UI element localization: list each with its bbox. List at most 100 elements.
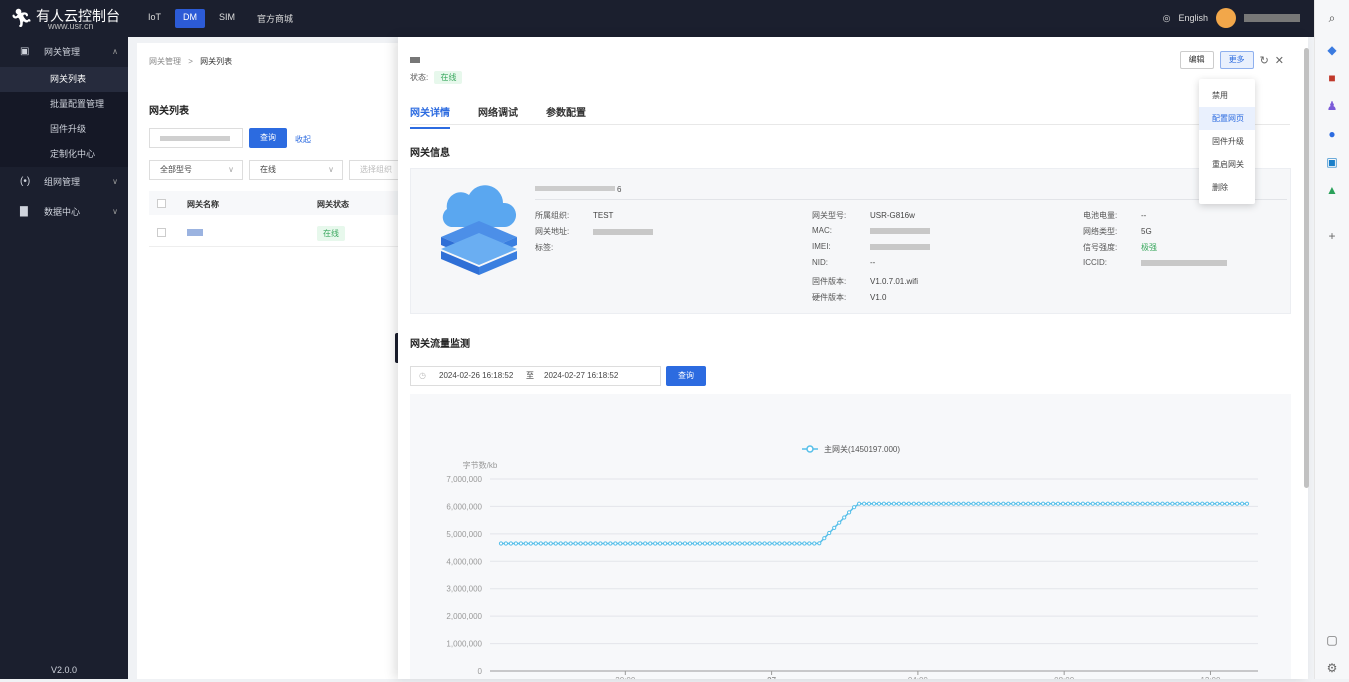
date-range-picker[interactable]: ◷ 2024-02-26 16:18:52 至 2024-02-27 16:18… (410, 366, 661, 386)
data-point (762, 541, 767, 546)
sidebar-item-firmware[interactable]: 固件升级 (0, 117, 128, 142)
edit-button[interactable]: 编辑 (1179, 51, 1214, 69)
data-point (513, 541, 519, 546)
data-point (842, 515, 847, 520)
data-point (1205, 501, 1210, 506)
top-right: ◎ English (1163, 8, 1300, 28)
menu-item-firmware-upgrade[interactable]: 固件升级 (1199, 130, 1255, 153)
data-point (1006, 501, 1011, 506)
topnav-store[interactable]: 官方商城 (249, 9, 301, 28)
data-point (668, 541, 673, 546)
gateway-name-redacted[interactable] (187, 229, 203, 236)
search-icon[interactable]: ⌕ (1324, 10, 1340, 26)
breadcrumb-current: 网关列表 (200, 57, 233, 66)
data-point (906, 501, 911, 506)
table-row[interactable]: 在线 (149, 219, 399, 247)
data-point (638, 541, 643, 546)
sidebar-item-custom-center[interactable]: 定制化中心 (0, 142, 128, 167)
org-select[interactable]: 选择组织 (349, 160, 399, 180)
outlook-icon[interactable]: ▣ (1324, 154, 1340, 170)
field-value: 极强 (1141, 243, 1157, 252)
mac-redacted (870, 227, 930, 234)
data-point (966, 501, 971, 506)
data-point (1130, 501, 1135, 506)
search-input[interactable] (149, 128, 243, 148)
sidebar-group-gateway[interactable]: ▣ 网关管理 ∧ (0, 37, 128, 67)
select-all-checkbox[interactable] (157, 199, 166, 208)
tag-icon[interactable]: ◆ (1324, 42, 1340, 58)
office-icon[interactable]: ● (1324, 126, 1340, 142)
briefcase-icon[interactable]: ■ (1324, 70, 1340, 86)
logo[interactable]: 🏃︎ 有人云控制台 www.usr.cn (10, 4, 130, 34)
menu-item-reboot[interactable]: 重启网关 (1199, 153, 1255, 176)
close-icon[interactable]: ✕ (1275, 54, 1284, 67)
avatar[interactable] (1216, 8, 1236, 28)
gateway-name-redacted (410, 57, 420, 63)
gateway-sn: 6 (535, 181, 621, 194)
model-select[interactable]: 全部型号 ∨ (149, 160, 243, 180)
data-point (568, 541, 573, 546)
data-point (1195, 501, 1200, 506)
menu-item-disable[interactable]: 禁用 (1199, 84, 1255, 107)
collapse-link[interactable]: 收起 (295, 134, 311, 145)
data-point (1215, 501, 1220, 506)
detail-tabs: 网关详情 网络调试 参数配置 (410, 104, 586, 129)
sidebar-item-batch-config[interactable]: 批量配置管理 (0, 92, 128, 117)
range-end[interactable]: 2024-02-27 16:18:52 (544, 367, 618, 385)
data-point (1001, 501, 1006, 506)
breadcrumb-parent[interactable]: 网关管理 (149, 57, 181, 66)
field-label: 信号强度: (1083, 243, 1118, 252)
search-value-redacted (160, 136, 230, 141)
gateway-status: 状态: 在线 (410, 71, 463, 84)
username-redacted[interactable] (1244, 14, 1300, 22)
screenshot-icon[interactable]: ▢ (1324, 632, 1340, 648)
sidebar-group-network[interactable]: (•) 组网管理 ∨ (0, 167, 128, 197)
topnav-sim[interactable]: SIM (211, 9, 243, 28)
data-point (677, 541, 683, 546)
tab-gateway-detail[interactable]: 网关详情 (410, 104, 450, 129)
data-point (727, 541, 732, 546)
traffic-query-button[interactable]: 查询 (666, 366, 706, 386)
gear-icon[interactable]: ⚙ (1324, 660, 1340, 676)
data-point (543, 541, 548, 546)
field-model: 网关型号: USR-G816w (812, 210, 915, 221)
data-point (782, 541, 787, 546)
sidebar-group-data[interactable]: ▇ 数据中心 ∨ (0, 197, 128, 227)
menu-item-config-web[interactable]: 配置网页 (1199, 107, 1255, 130)
query-button[interactable]: 查询 (249, 128, 287, 148)
topnav-iot[interactable]: IoT (140, 9, 169, 28)
status-select[interactable]: 在线 ∨ (249, 160, 343, 180)
version-label: V2.0.0 (50, 665, 78, 675)
sidebar-item-label: 批量配置管理 (50, 99, 105, 109)
data-point (1115, 501, 1120, 506)
top-nav: IoT DM SIM 官方商城 (140, 9, 301, 28)
cloud-device-icon (441, 185, 517, 275)
data-point (628, 541, 633, 546)
browser-side-rail: ⌕ ◆ ■ ♟ ● ▣ ▲ + ▢ ⚙ (1314, 0, 1349, 679)
paper-plane-icon[interactable]: ▲ (1324, 182, 1340, 198)
tab-network-debug[interactable]: 网络调试 (478, 104, 518, 129)
more-button[interactable]: 更多 (1219, 51, 1254, 69)
data-point (1230, 501, 1235, 506)
data-point (1016, 501, 1021, 506)
data-point (1190, 501, 1195, 506)
range-start[interactable]: 2024-02-26 16:18:52 (439, 367, 513, 385)
sidebar-item-gateway-list[interactable]: 网关列表 (0, 67, 128, 92)
language-switch[interactable]: English (1178, 13, 1208, 23)
gateway-info-card: 6 所属组织: TEST 网关地址: 标签: 网关型号: USR-G816w MAC… (410, 168, 1291, 314)
topnav-dm[interactable]: DM (175, 9, 206, 28)
menu-item-delete[interactable]: 删除 (1199, 176, 1255, 199)
data-point (1120, 501, 1125, 506)
data-point (538, 541, 543, 546)
add-icon[interactable]: + (1324, 228, 1340, 244)
field-battery: 电池电量: -- (1083, 210, 1146, 221)
people-icon[interactable]: ♟ (1324, 98, 1340, 114)
row-checkbox[interactable] (157, 228, 166, 237)
data-point (1021, 501, 1026, 506)
data-point (508, 541, 514, 546)
refresh-icon[interactable]: ↻ (1260, 54, 1269, 67)
data-point (991, 501, 996, 506)
drawer-scrollbar[interactable] (1304, 48, 1309, 488)
tab-param-config[interactable]: 参数配置 (546, 104, 586, 129)
data-point (573, 541, 578, 546)
